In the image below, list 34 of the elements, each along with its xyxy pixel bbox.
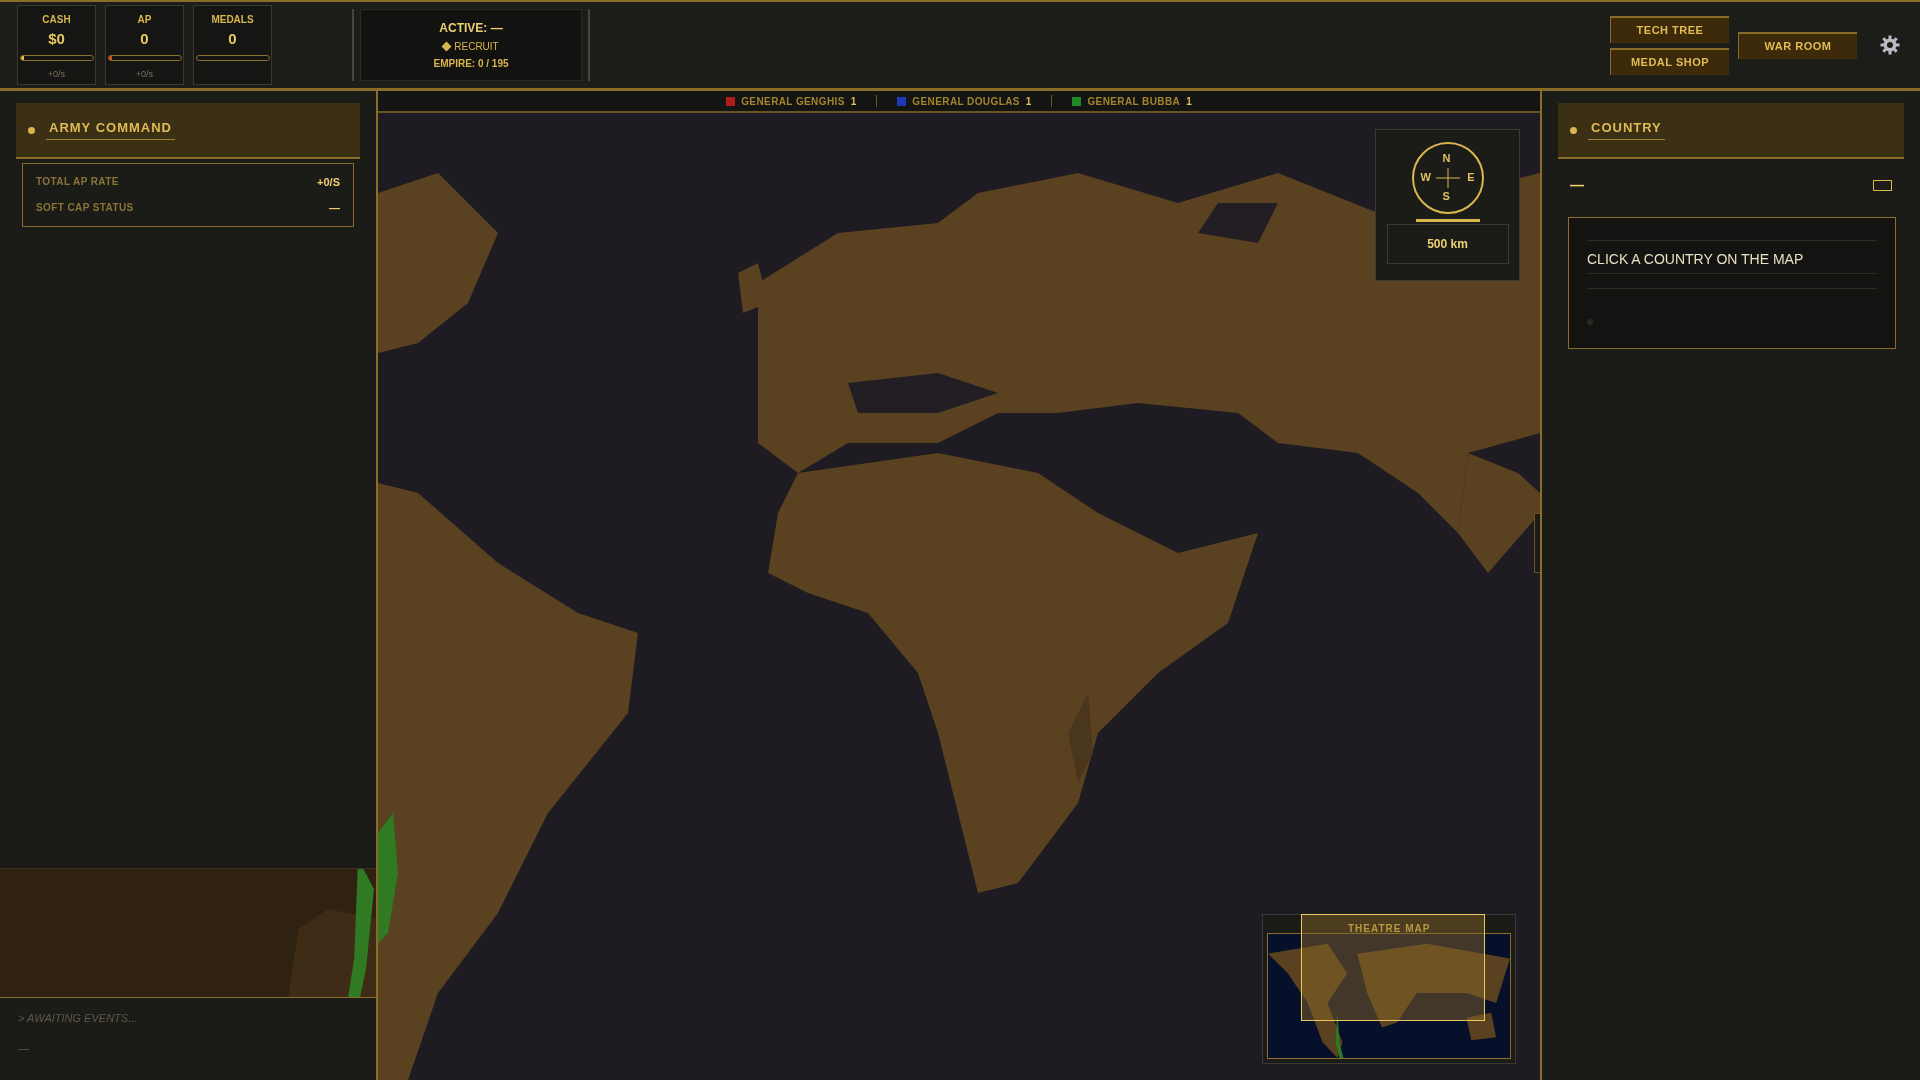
general-name: GENERAL GENGHIS <box>741 95 845 107</box>
bullet-icon <box>1570 126 1577 134</box>
menu-button[interactable]: WAR ROOM <box>1738 31 1857 59</box>
stat-value: +0/S <box>317 176 340 188</box>
panel-title: ARMY COMMAND <box>46 120 175 140</box>
panel-title: COUNTRY <box>1588 120 1665 140</box>
stat-label: AP <box>137 14 152 25</box>
territory-count: 1 <box>1186 95 1192 107</box>
general-name: GENERAL BUBBA <box>1087 95 1181 107</box>
active-title: ACTIVE: — <box>439 21 503 35</box>
stat-value: — <box>329 202 340 214</box>
settings-icon[interactable] <box>1880 35 1900 55</box>
flag-icon <box>1873 179 1892 191</box>
stat-label: MEDALS <box>211 14 254 25</box>
territory-count: 1 <box>1025 95 1032 107</box>
stat-label: SOFT CAP STATUS <box>36 202 134 214</box>
stat-value: 0 <box>140 30 149 47</box>
stat-rate: +0/s <box>47 69 66 79</box>
country-name: — <box>1570 177 1584 193</box>
territory-count: 1 <box>850 95 857 107</box>
log-line: — <box>18 1042 30 1054</box>
stat-label: CASH <box>42 14 71 25</box>
empire-count: EMPIRE: 0 / 195 <box>433 58 509 69</box>
stat-rate: +0/s <box>135 69 154 79</box>
log-line: > AWAITING EVENTS... <box>18 1012 139 1024</box>
bullet-icon <box>28 126 35 134</box>
stat-value: $0 <box>48 30 65 47</box>
stat-value: 0 <box>228 30 237 47</box>
menu-button[interactable]: TECH TREE <box>1610 15 1729 43</box>
hint-text: CLICK A COUNTRY ON THE MAP <box>1587 241 1877 274</box>
menu-button[interactable]: MEDAL SHOP <box>1610 47 1729 75</box>
order-label: RECRUIT <box>454 41 499 52</box>
stat-label: TOTAL AP RATE <box>36 176 119 188</box>
general-name: GENERAL DOUGLAS <box>912 95 1020 107</box>
